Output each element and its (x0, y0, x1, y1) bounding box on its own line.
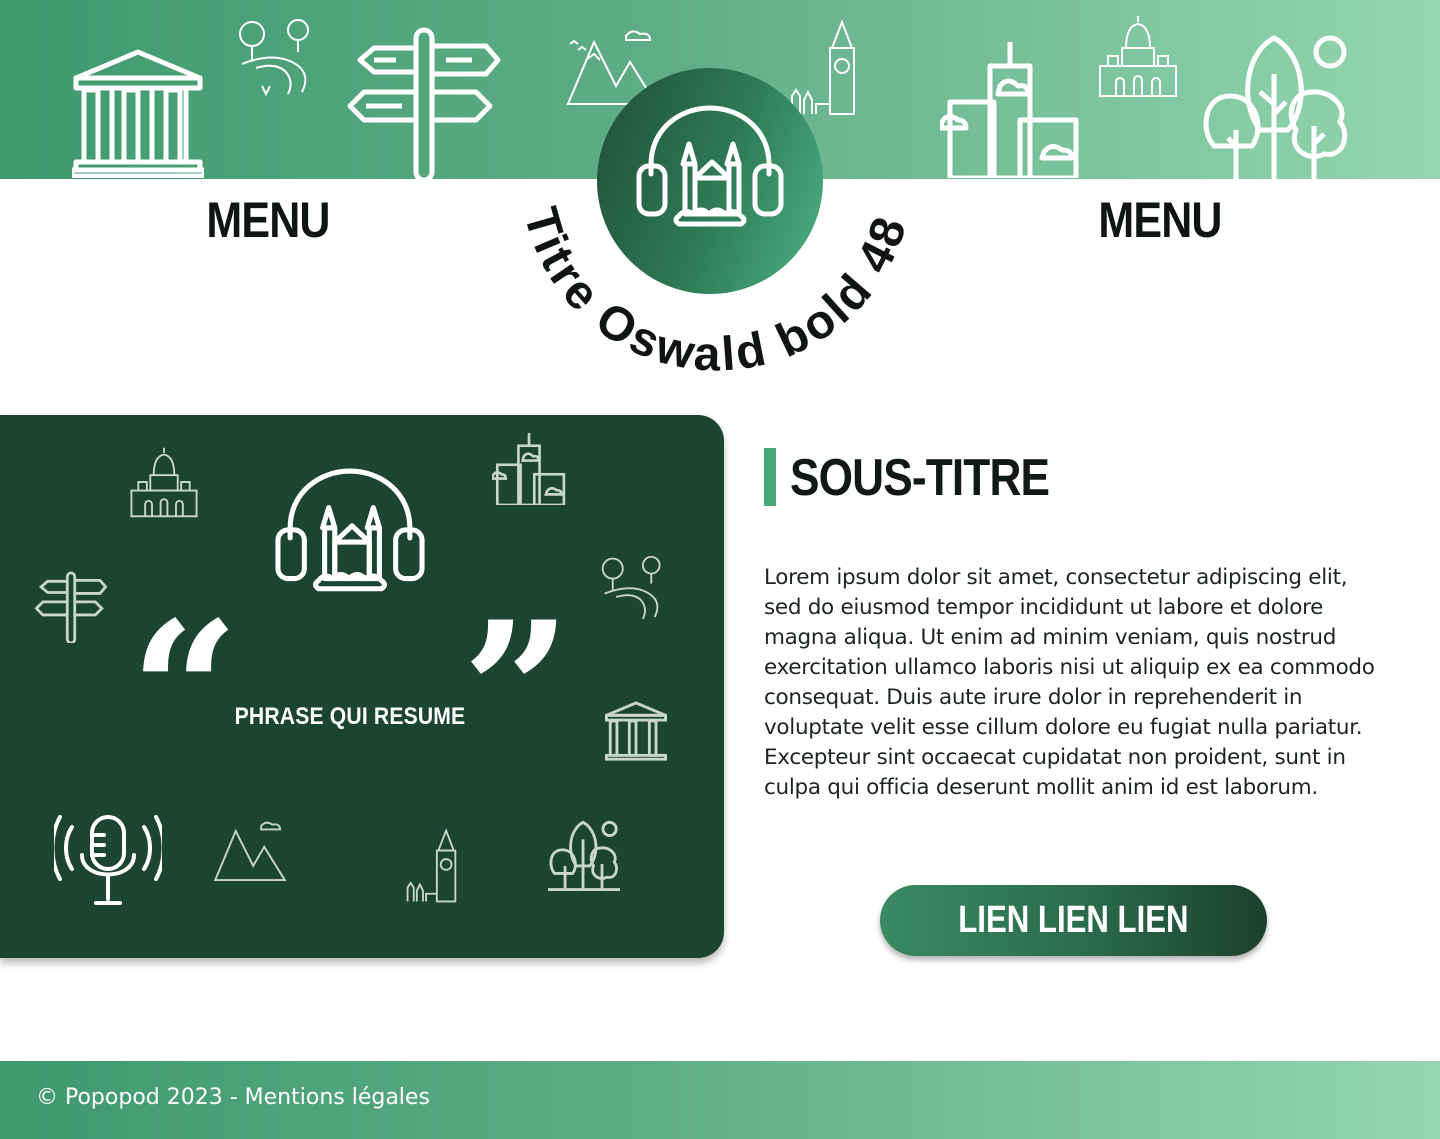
open-quote: “ (130, 580, 240, 803)
page-title-arc: Titre Oswald bold 48 (513, 202, 918, 380)
signpost-icon (34, 571, 108, 643)
quote-phrase: PHRASE QUI RESUME (234, 703, 466, 730)
body-paragraph: Lorem ipsum dolor sit amet, consectetur … (764, 565, 1375, 800)
section-subtitle: SOUS-TITRE (790, 449, 1050, 507)
microphone-icon (54, 815, 162, 905)
parthenon-icon (605, 701, 667, 761)
trees-icon (548, 820, 620, 891)
footer: © Popopod 2023 - Mentions légales (0, 1061, 1440, 1139)
city-towers-icon (492, 433, 566, 505)
signpost-icon (347, 27, 501, 179)
menu-link-left[interactable]: MENU (156, 188, 380, 252)
cta-label: LIEN LIEN LIEN (958, 899, 1189, 941)
big-ben-icon (791, 20, 855, 115)
page-title: Titre Oswald bold 48 (513, 202, 915, 380)
park-icon (239, 19, 309, 96)
big-ben-icon (406, 829, 457, 903)
quote-panel: “ ” PHRASE QUI RESUME (0, 415, 724, 958)
subtitle-accent-bar (764, 448, 776, 506)
svg-text:Titre Oswald bold 48: Titre Oswald bold 48 (513, 202, 918, 380)
parthenon-icon (72, 49, 204, 178)
sacre-coeur-icon (1099, 16, 1177, 97)
mountains-icon (213, 821, 287, 882)
menu-link-right[interactable]: MENU (1048, 188, 1272, 252)
logo-headphones-castle-icon (275, 468, 425, 592)
cta-link-button[interactable]: LIEN LIEN LIEN (880, 885, 1267, 956)
park-icon (601, 555, 661, 620)
footer-legal-link[interactable]: © Popopod 2023 - Mentions légales (36, 1085, 430, 1110)
trees-icon (1203, 35, 1348, 179)
sacre-coeur-icon (130, 447, 198, 518)
close-quote: ” (462, 580, 572, 803)
city-towers-icon (940, 42, 1079, 178)
